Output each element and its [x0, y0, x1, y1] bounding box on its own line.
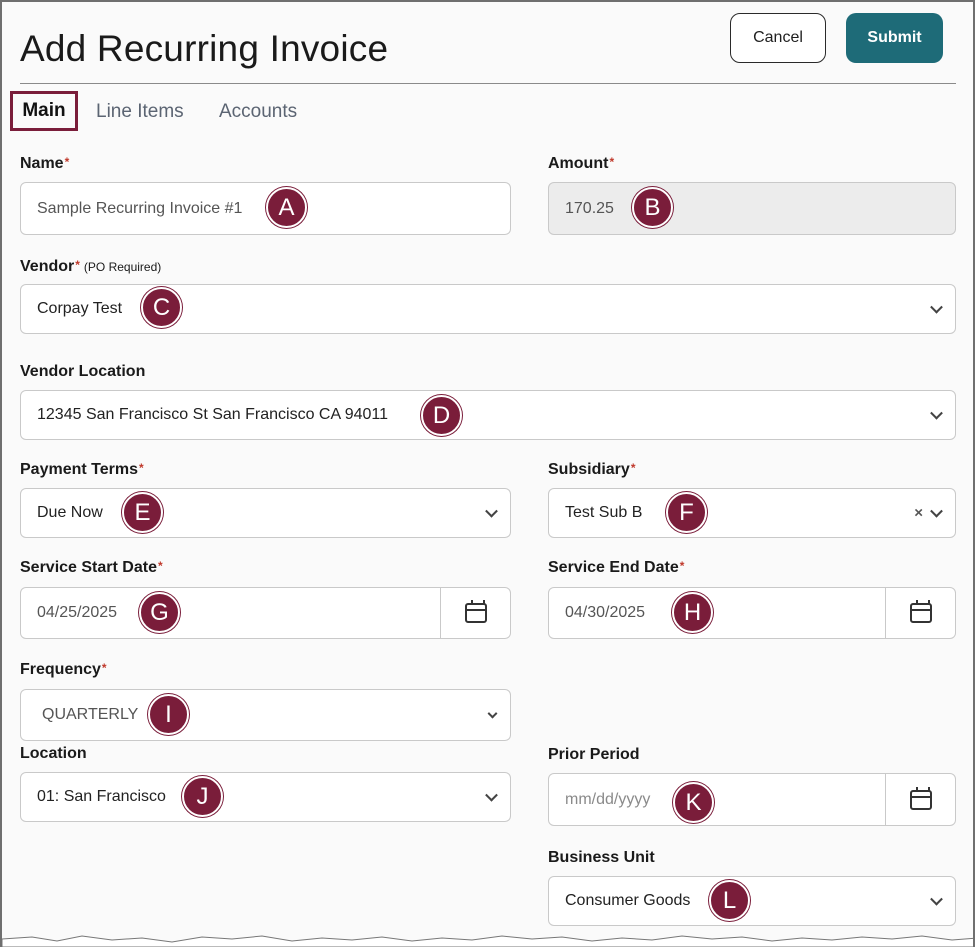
business-unit-label: Business Unit	[548, 849, 655, 866]
payment-terms-select[interactable]: Due Now	[20, 488, 511, 538]
callout-marker-d: D	[421, 395, 462, 436]
callout-marker-f: F	[666, 492, 707, 533]
page-title: Add Recurring Invoice	[20, 28, 389, 69]
vendor-label: Vendor* (PO Required)	[20, 258, 162, 275]
calendar-icon	[909, 600, 932, 623]
cancel-button[interactable]: Cancel	[730, 13, 826, 63]
callout-marker-g: G	[139, 592, 180, 633]
callout-marker-c: C	[141, 287, 182, 328]
callout-marker-l: L	[709, 880, 750, 921]
callout-marker-b: B	[632, 187, 673, 228]
frequency-select[interactable]: QUARTERLY	[20, 689, 511, 741]
business-unit-select[interactable]: Consumer Goods	[548, 876, 956, 926]
chevron-down-icon	[930, 504, 943, 518]
location-label: Location	[20, 745, 87, 762]
calendar-button[interactable]	[885, 774, 955, 825]
subsidiary-select[interactable]: Test Sub B ×	[548, 488, 956, 538]
tab-main[interactable]: Main	[10, 91, 78, 131]
header-divider	[20, 83, 956, 84]
payment-terms-label: Payment Terms*	[20, 461, 144, 478]
callout-marker-i: I	[148, 694, 189, 735]
calendar-icon	[464, 600, 487, 623]
clear-icon[interactable]: ×	[914, 505, 923, 522]
callout-marker-h: H	[672, 592, 713, 633]
chevron-down-icon	[487, 708, 498, 719]
callout-marker-k: K	[673, 782, 714, 823]
service-start-input[interactable]: 04/25/2025	[20, 587, 511, 639]
prior-period-input[interactable]: mm/dd/yyyy	[548, 773, 956, 826]
torn-edge-decoration	[2, 935, 973, 947]
callout-marker-a: A	[266, 187, 307, 228]
calendar-icon	[909, 786, 932, 810]
prior-period-label: Prior Period	[548, 746, 640, 763]
calendar-button[interactable]	[440, 588, 510, 638]
calendar-button[interactable]	[885, 588, 955, 638]
callout-marker-j: J	[182, 776, 223, 817]
amount-field: 170.25	[548, 182, 956, 235]
tab-accounts[interactable]: Accounts	[219, 101, 297, 123]
frequency-label: Frequency*	[20, 661, 107, 678]
location-select[interactable]: 01: San Francisco	[20, 772, 511, 822]
vendor-location-select[interactable]: 12345 San Francisco St San Francisco CA …	[20, 390, 956, 440]
subsidiary-label: Subsidiary*	[548, 461, 636, 478]
service-start-label: Service Start Date*	[20, 559, 163, 576]
chevron-down-icon	[930, 300, 943, 314]
service-end-input[interactable]: 04/30/2025	[548, 587, 956, 639]
callout-marker-e: E	[122, 492, 163, 533]
chevron-down-icon	[485, 788, 498, 802]
chevron-down-icon	[930, 892, 943, 906]
app-frame: Add Recurring Invoice Cancel Submit Main…	[0, 0, 975, 947]
service-end-label: Service End Date*	[548, 559, 685, 576]
amount-label: Amount*	[548, 155, 615, 172]
tab-line-items[interactable]: Line Items	[96, 101, 184, 123]
name-label: Name*	[20, 155, 70, 172]
vendor-location-label: Vendor Location	[20, 363, 146, 380]
chevron-down-icon	[485, 504, 498, 518]
submit-button[interactable]: Submit	[846, 13, 943, 63]
chevron-down-icon	[930, 406, 943, 420]
